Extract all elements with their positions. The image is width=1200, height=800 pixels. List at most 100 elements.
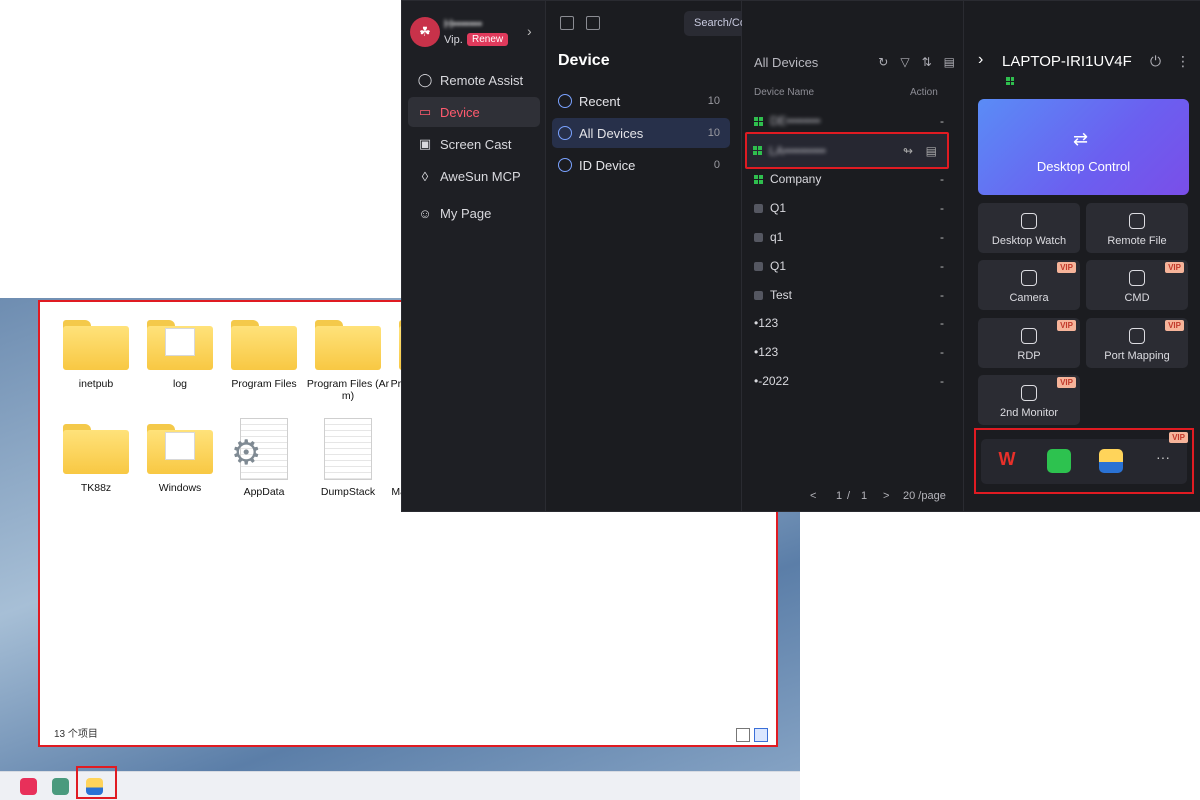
tile-label: Port Mapping	[1104, 350, 1170, 362]
file-item[interactable]: ⚙ AppData	[222, 418, 306, 498]
details-view-icon[interactable]	[736, 728, 750, 742]
wps-icon[interactable]: W	[995, 449, 1019, 473]
category-label: Recent	[579, 93, 621, 109]
list-toolbar: ↻ ▽ ⇅ ▤	[878, 55, 955, 69]
tile-cmd[interactable]: CMD VIP	[1086, 260, 1188, 310]
file-explorer-icon[interactable]	[1099, 449, 1123, 473]
tile-remote-file[interactable]: Remote File	[1086, 203, 1188, 253]
device-action: -	[940, 288, 944, 302]
large-icons-view-icon[interactable]	[754, 728, 768, 742]
device-row[interactable]: •123 -	[748, 340, 958, 364]
app-taskbar-icon[interactable]	[52, 778, 69, 795]
screen-cast-icon: ▣	[418, 136, 432, 151]
avatar[interactable]: ☘	[410, 17, 440, 47]
device-row[interactable]: q1 -	[748, 225, 958, 249]
tile-desktop-watch[interactable]: Desktop Watch	[978, 203, 1080, 253]
pager-next[interactable]: >	[883, 490, 889, 502]
item-label: AppData	[243, 486, 285, 498]
desktop-control-label: Desktop Control	[1036, 159, 1131, 174]
folder-item[interactable]: Windows	[138, 424, 222, 494]
item-label: inetpub	[78, 378, 114, 390]
folder-item[interactable]: log	[138, 320, 222, 390]
2nd-monitor-icon	[1021, 385, 1037, 401]
file-icon[interactable]: ▤	[926, 144, 937, 158]
device-action: -	[940, 201, 944, 215]
connect-icon[interactable]: ↬	[903, 144, 913, 158]
renew-button[interactable]: Renew	[467, 33, 509, 46]
quick-apps-highlight: W ··· VIP	[974, 428, 1194, 494]
sidebar-item-device[interactable]: ▭ Device	[408, 97, 540, 127]
refresh-icon[interactable]: ↻	[878, 55, 888, 69]
device-action: -	[940, 172, 944, 186]
port-mapping-icon	[1129, 328, 1145, 344]
tile-label: Camera	[1009, 292, 1049, 304]
awesun-taskbar-icon[interactable]	[20, 778, 37, 795]
device-icon: ▭	[418, 104, 432, 119]
device-action: -	[940, 114, 944, 128]
category-label: All Devices	[579, 125, 644, 141]
sidebar-item-screen-cast[interactable]: ▣ Screen Cast	[408, 129, 540, 159]
windows-offline-icon	[754, 261, 763, 271]
filter-icon[interactable]: ▽	[900, 55, 909, 69]
tile-port-mapping[interactable]: Port Mapping VIP	[1086, 318, 1188, 368]
device-column-title: Device	[558, 52, 610, 69]
folder-item[interactable]: inetpub	[54, 320, 138, 390]
device-name: •-2022	[754, 374, 789, 388]
sidebar-item-remote-assist[interactable]: ◯ Remote Assist	[408, 65, 540, 95]
device-row[interactable]: •-2022 -	[748, 369, 958, 393]
folder-item[interactable]: Program Files (Arm)	[306, 320, 390, 402]
device-name: Q1	[770, 259, 787, 273]
layout-icon[interactable]: ▤	[944, 55, 955, 69]
device-action: -	[940, 259, 944, 273]
column-device-name: Device Name	[754, 87, 815, 98]
device-row-selected[interactable]: LA•••••••••• ↬ ▤	[745, 132, 949, 169]
file-item[interactable]: DumpStack	[306, 418, 390, 498]
windows-icon	[754, 174, 763, 184]
item-count: 13 个项目	[54, 729, 98, 740]
tile-label: 2nd Monitor	[999, 407, 1059, 419]
chevron-right-icon[interactable]: ›	[527, 23, 532, 39]
folder-item[interactable]: Program Files	[222, 320, 306, 390]
sidebar-item-my-page[interactable]: ☺ My Page	[408, 198, 540, 228]
device-row[interactable]: Q1 -	[748, 254, 958, 278]
device-name: DE••••••••	[770, 114, 821, 128]
collapse-panel-icon[interactable]	[560, 16, 574, 30]
category-recent[interactable]: Recent 10	[552, 86, 730, 116]
category-count: 10	[707, 95, 720, 107]
power-icon[interactable]: ⏻	[1150, 53, 1161, 70]
device-action: -	[940, 374, 944, 388]
device-action: -	[940, 230, 944, 244]
device-action: -	[940, 345, 944, 359]
tile-camera[interactable]: Camera VIP	[978, 260, 1080, 310]
more-apps-button[interactable]: ···	[1151, 449, 1175, 473]
sidebar-item-label: My Page	[440, 205, 492, 221]
chevron-right-icon[interactable]: ›	[978, 51, 983, 69]
device-row[interactable]: •123 -	[748, 311, 958, 335]
tile-rdp[interactable]: RDP VIP	[978, 318, 1080, 368]
sidebar-item-label: Remote Assist	[440, 72, 524, 88]
sort-icon[interactable]: ⇅	[922, 55, 932, 69]
profile-card[interactable]: ☘ H••••••• Vip. Renew ›	[410, 15, 540, 49]
device-row[interactable]: Q1 -	[748, 196, 958, 220]
device-name: Company	[770, 172, 822, 186]
pager-prev[interactable]: <	[810, 490, 816, 502]
device-row[interactable]: DE•••••••• -	[748, 109, 958, 133]
item-label: Windows	[158, 482, 202, 494]
wechat-icon[interactable]	[1047, 449, 1071, 473]
device-title: LAPTOP-IRI1UV4F	[1002, 53, 1132, 70]
more-vertical-icon[interactable]: ⋮	[1176, 53, 1190, 70]
add-device-icon[interactable]	[586, 16, 600, 30]
folder-icon	[147, 320, 213, 370]
category-id-device[interactable]: ID Device 0	[552, 150, 730, 180]
tile-2nd-monitor[interactable]: 2nd Monitor VIP	[978, 375, 1080, 425]
sidebar-item-awesun-mcp[interactable]: ◊ AweSun MCP	[408, 161, 540, 191]
desktop-control-button[interactable]: ⇄ Desktop Control	[978, 99, 1189, 195]
per-page-select[interactable]: 20 /page	[903, 490, 946, 502]
device-row[interactable]: Test -	[748, 283, 958, 307]
folder-item[interactable]: TK88z	[54, 424, 138, 494]
category-all-devices[interactable]: All Devices 10	[552, 118, 730, 148]
item-label: Program Files (Arm)	[306, 378, 390, 402]
category-count: 10	[707, 127, 720, 139]
sidebar-item-label: Screen Cast	[440, 136, 512, 152]
device-row[interactable]: Company -	[748, 167, 958, 191]
